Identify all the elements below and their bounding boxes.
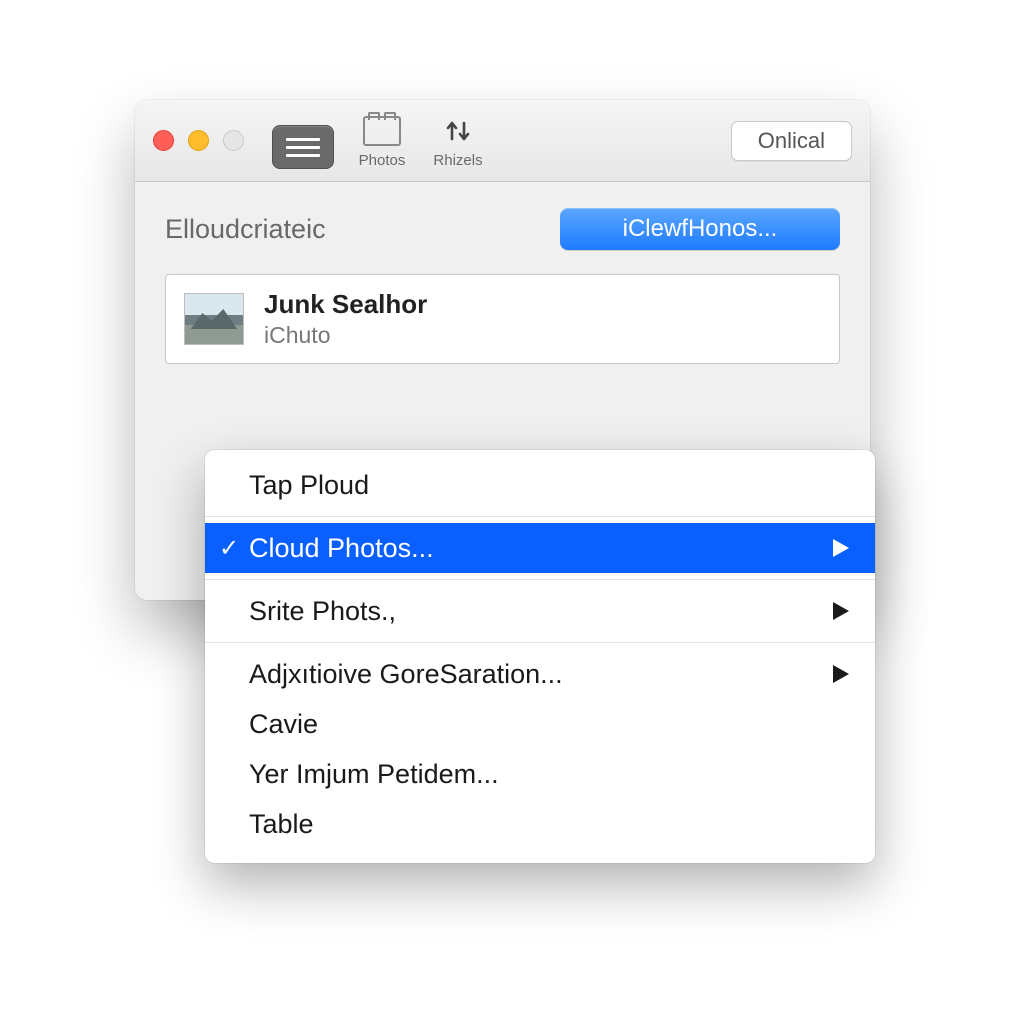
account-card[interactable]: Junk Sealhor iChuto	[165, 274, 840, 364]
menu-item-table[interactable]: Table	[205, 799, 875, 849]
menu-item-adjxtioive[interactable]: Adjxıtioive GoreSaration...	[205, 649, 875, 699]
window-minimize-button[interactable]	[188, 130, 209, 151]
menu-item-tap-ploud[interactable]: Tap Ploud	[205, 460, 875, 510]
submenu-arrow-icon	[827, 602, 849, 620]
onlical-button[interactable]: Onlical	[731, 121, 852, 161]
window-zoom-button[interactable]	[223, 130, 244, 151]
context-menu: Tap Ploud ✓ Cloud Photos... Srite Phots.…	[205, 450, 875, 863]
account-thumbnail	[184, 293, 244, 345]
menu-separator	[205, 579, 875, 580]
window-close-button[interactable]	[153, 130, 174, 151]
menu-item-cavie[interactable]: Cavie	[205, 699, 875, 749]
primary-action-button[interactable]: iClewfHonos...	[560, 208, 840, 250]
traffic-lights	[153, 130, 244, 151]
toolbar: Photos Rhizels	[272, 112, 731, 169]
menu-item-yer-imjum[interactable]: Yer Imjum Petidem...	[205, 749, 875, 799]
toolbar-item-photos[interactable]: Photos	[354, 112, 410, 169]
toolbar-label-photos: Photos	[359, 152, 406, 169]
window-titlebar: Photos Rhizels Onlical	[135, 100, 870, 182]
rhizels-icon	[430, 112, 486, 150]
section-title: Elloudcriateic	[165, 214, 326, 245]
menu-separator	[205, 516, 875, 517]
submenu-arrow-icon	[827, 665, 849, 683]
menu-item-srite-phots[interactable]: Srite Phots.,	[205, 586, 875, 636]
account-subtitle: iChuto	[264, 322, 427, 349]
menu-item-cloud-photos[interactable]: ✓ Cloud Photos...	[205, 523, 875, 573]
submenu-arrow-icon	[827, 539, 849, 557]
check-icon: ✓	[219, 534, 239, 563]
hamburger-icon	[272, 125, 334, 169]
menu-separator	[205, 642, 875, 643]
photos-icon	[354, 112, 410, 150]
window-content: Elloudcriateic iClewfHonos... Junk Sealh…	[135, 182, 870, 394]
account-name: Junk Sealhor	[264, 289, 427, 320]
toolbar-label-rhizels: Rhizels	[433, 152, 482, 169]
toolbar-item-menu[interactable]	[272, 125, 334, 169]
toolbar-item-rhizels[interactable]: Rhizels	[430, 112, 486, 169]
